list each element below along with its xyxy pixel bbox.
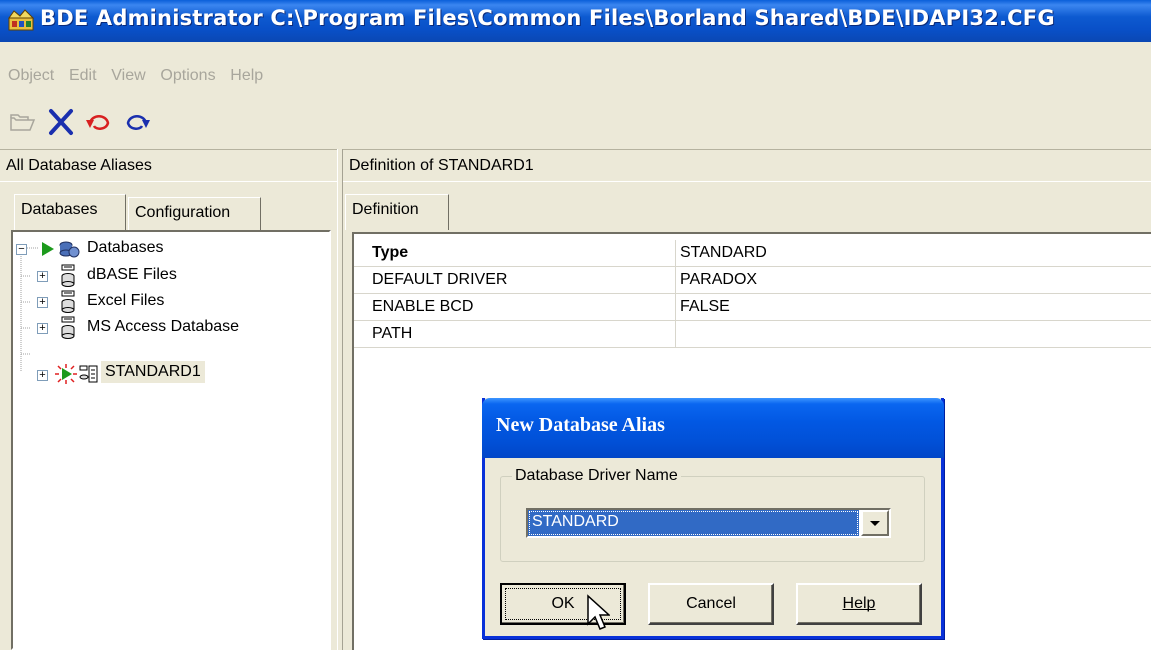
expand-icon[interactable]: + [37, 271, 48, 282]
tree-item-dbase-files[interactable]: + dBASE Files [13, 263, 313, 289]
grid-row[interactable]: ENABLE BCD FALSE [354, 294, 1151, 321]
collapse-icon[interactable]: − [16, 244, 27, 255]
combo-selected-value[interactable]: STANDARD [528, 510, 859, 536]
grid-value[interactable]: PARADOX [676, 267, 1151, 294]
group-label: Database Driver Name [512, 467, 681, 485]
database-alias-icon [61, 290, 75, 313]
tab-configuration[interactable]: Configuration [128, 197, 261, 230]
database-alias-icon [61, 316, 75, 339]
tree-item-ms-access-database[interactable]: + MS Access Database [13, 315, 323, 341]
tree-item-standard1[interactable]: + STANDARD1 [13, 361, 313, 387]
tree-item-excel-files[interactable]: + Excel Files [13, 289, 313, 315]
database-alias-icon [79, 365, 98, 383]
tree-label: Excel Files [87, 292, 165, 309]
tab-databases[interactable]: Databases [14, 194, 126, 230]
mouse-cursor-icon [587, 594, 610, 630]
grid-value[interactable]: STANDARD [676, 240, 1151, 267]
grid-key: Type [354, 240, 676, 267]
menu-bar: Object Edit View Options Help [0, 62, 1151, 88]
tree-root-databases[interactable]: − Databases [13, 236, 313, 262]
undo-icon[interactable] [82, 106, 116, 138]
grid-row[interactable]: PATH [354, 321, 1151, 348]
play-arrow-icon [42, 242, 54, 256]
menu-view[interactable]: View [107, 67, 149, 85]
menu-options[interactable]: Options [156, 67, 219, 85]
delete-icon[interactable] [44, 106, 78, 138]
menu-edit[interactable]: Edit [65, 67, 101, 85]
expand-icon[interactable]: + [37, 297, 48, 308]
panel-splitter[interactable] [337, 149, 343, 650]
menu-object[interactable]: Object [4, 67, 58, 85]
window-title: BDE Administrator C:\Program Files\Commo… [40, 6, 1055, 30]
database-tree[interactable]: − Databases + dBASE Files + Excel Files … [11, 230, 331, 650]
cancel-button[interactable]: Cancel [648, 583, 774, 625]
grid-key: PATH [354, 321, 676, 348]
tree-label-databases: Databases [87, 239, 164, 256]
bde-app-icon[interactable] [8, 8, 35, 32]
left-panel-header: All Database Aliases [0, 149, 337, 182]
chevron-down-icon [870, 521, 880, 526]
expand-icon[interactable]: + [37, 370, 48, 381]
grid-row[interactable]: DEFAULT DRIVER PARADOX [354, 267, 1151, 294]
right-panel-header: Definition of STANDARD1 [343, 149, 1151, 182]
databases-icon [59, 241, 80, 258]
tree-label: MS Access Database [87, 318, 240, 335]
tree-label: dBASE Files [87, 266, 177, 283]
grid-row[interactable]: Type STANDARD [354, 240, 1151, 267]
grid-value[interactable] [676, 321, 1151, 348]
grid-value[interactable]: FALSE [676, 294, 1151, 321]
toolbar [0, 100, 1151, 144]
open-icon[interactable] [6, 106, 40, 138]
grid-key: ENABLE BCD [354, 294, 676, 321]
new-alias-burst-icon [55, 364, 77, 384]
dropdown-button[interactable] [861, 510, 889, 536]
tab-definition[interactable]: Definition [345, 194, 449, 230]
database-alias-icon [61, 264, 75, 287]
dialog-title: New Database Alias [496, 414, 665, 436]
help-button[interactable]: Help [796, 583, 922, 625]
redo-icon[interactable] [120, 106, 154, 138]
tree-label-selected: STANDARD1 [101, 361, 205, 383]
expand-icon[interactable]: + [37, 323, 48, 334]
grid-key: DEFAULT DRIVER [354, 267, 676, 294]
menu-help[interactable]: Help [226, 67, 267, 85]
